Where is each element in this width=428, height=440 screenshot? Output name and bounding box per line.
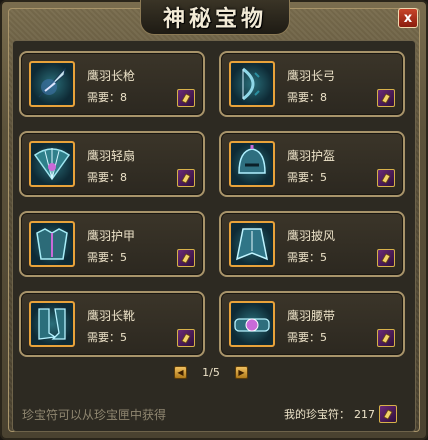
item-name: 鹰羽长靴 [87,309,136,323]
item-name: 鹰羽轻扇 [87,149,136,163]
coupon-icon [377,249,395,267]
item-name: 鹰羽护盔 [287,149,336,163]
belt-icon [229,301,275,347]
helmet-icon [229,141,275,187]
spear-icon [29,61,75,107]
cape-icon [229,221,275,267]
item-card[interactable]: 鹰羽长枪 需要：8 [19,51,205,117]
page-indicator: 1/5 [202,366,220,379]
item-card[interactable]: 鹰羽护甲 需要：5 [19,211,205,277]
window-title: 神秘宝物 [162,6,267,32]
coupon-icon [377,89,395,107]
armor-icon [29,221,75,267]
pagination: ◀ 1/5 ▶ [174,366,248,379]
coupon-icon [377,169,395,187]
coupon-icon [177,169,195,187]
item-cost: 需要：5 [87,331,127,344]
item-card[interactable]: 鹰羽轻扇 需要：8 [19,131,205,197]
item-cost: 需要：8 [287,91,327,104]
item-cost: 需要：8 [87,91,127,104]
item-name: 鹰羽护甲 [87,229,136,243]
boots-icon [29,301,75,347]
balance-label: 我的珍宝符： [284,408,350,421]
item-card[interactable]: 鹰羽长靴 需要：5 [19,291,205,357]
coupon-icon [379,405,397,423]
item-name: 鹰羽长弓 [287,69,336,83]
title-banner: 神秘宝物 [140,0,290,35]
bow-icon [229,61,275,107]
item-name: 鹰羽披风 [287,229,336,243]
coupon-icon [177,89,195,107]
item-name: 鹰羽长枪 [87,69,136,83]
item-name: 鹰羽腰带 [287,309,336,323]
prev-page-button[interactable]: ◀ [174,366,187,379]
next-page-button[interactable]: ▶ [235,366,248,379]
item-cost: 需要：5 [287,251,327,264]
coupon-balance: 我的珍宝符： 217 [284,405,397,423]
coupon-icon [177,329,195,347]
coupon-icon [177,249,195,267]
item-card[interactable]: 鹰羽披风 需要：5 [219,211,405,277]
item-cost: 需要：5 [87,251,127,264]
balance-value: 217 [354,407,375,421]
footer-hint: 珍宝符可以从珍宝匣中获得 [22,408,167,422]
item-card[interactable]: 鹰羽护盔 需要：5 [219,131,405,197]
item-cost: 需要：5 [287,171,327,184]
close-button[interactable]: x [398,8,418,28]
coupon-icon [377,329,395,347]
item-card[interactable]: 鹰羽长弓 需要：8 [219,51,405,117]
item-cost: 需要：5 [287,331,327,344]
item-cost: 需要：8 [87,171,127,184]
fan-icon [29,141,75,187]
item-card[interactable]: 鹰羽腰带 需要：5 [219,291,405,357]
